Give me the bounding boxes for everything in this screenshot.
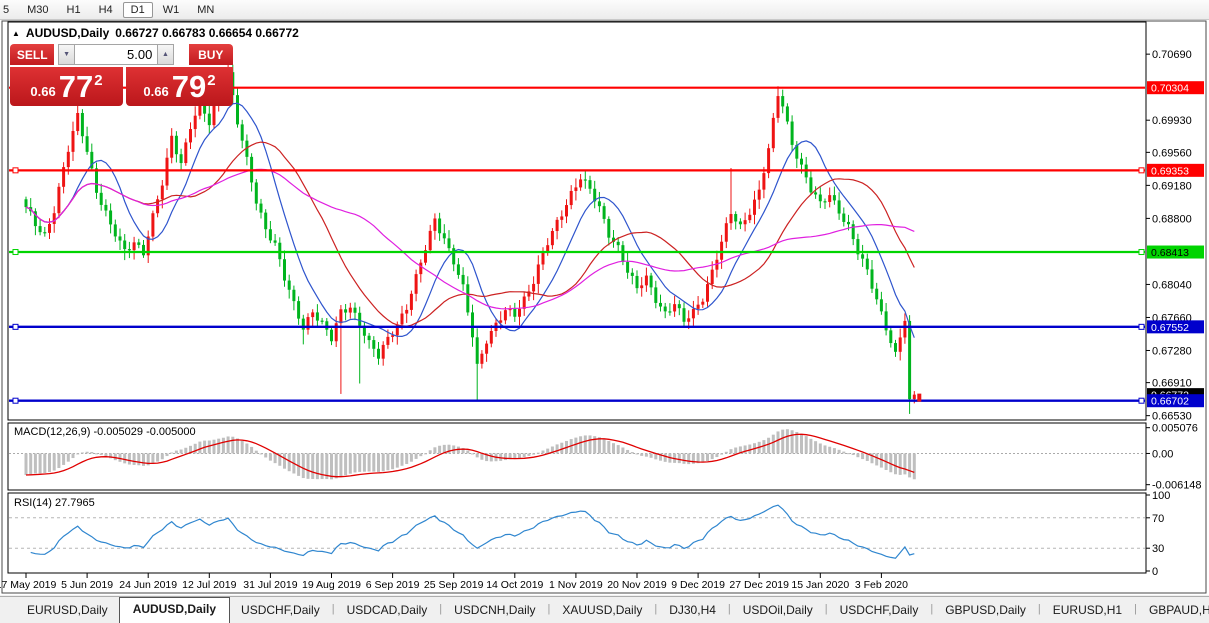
svg-text:0.66702: 0.66702 bbox=[1151, 396, 1189, 408]
chart-tab-bar: EURUSD,DailyAUDUSD,DailyUSDCHF,Daily|USD… bbox=[0, 596, 1209, 623]
chart-tab-gbpaud-h1[interactable]: GBPAUD,H1 bbox=[1138, 599, 1209, 623]
sell-price-big: 77 bbox=[59, 71, 93, 102]
svg-text:0.69560: 0.69560 bbox=[1152, 147, 1192, 159]
timeframe-button-h4[interactable]: H4 bbox=[91, 2, 121, 18]
chart-tab-audusd-daily[interactable]: AUDUSD,Daily bbox=[119, 597, 230, 623]
last-price-marker bbox=[917, 394, 921, 402]
timeframe-button-d1[interactable]: D1 bbox=[123, 2, 153, 18]
svg-text:70: 70 bbox=[1152, 513, 1164, 525]
svg-text:24 Jun 2019: 24 Jun 2019 bbox=[119, 579, 177, 591]
collapse-chart-icon[interactable]: ▲ bbox=[12, 29, 20, 38]
svg-text:0.005076: 0.005076 bbox=[1152, 423, 1198, 435]
svg-text:14 Oct 2019: 14 Oct 2019 bbox=[486, 579, 543, 591]
terminal-window: 5M30H1H4D1W1MN 0.70690 0.69930 0.69560 0.69… bbox=[0, 0, 1209, 623]
svg-text:3 Feb 2020: 3 Feb 2020 bbox=[855, 579, 908, 591]
sell-button[interactable]: SELL bbox=[10, 44, 54, 65]
timeframe-toolbar: 5M30H1H4D1W1MN bbox=[0, 0, 1209, 20]
chart-ohlc-values: 0.66727 0.66783 0.66654 0.66772 bbox=[115, 26, 299, 40]
rsi-indicator-label: RSI(14) 27.7965 bbox=[14, 497, 95, 509]
svg-text:0.69180: 0.69180 bbox=[1152, 180, 1192, 192]
svg-text:25 Sep 2019: 25 Sep 2019 bbox=[424, 579, 484, 591]
svg-text:0.68800: 0.68800 bbox=[1152, 213, 1192, 225]
chart-window: 0.70690 0.69930 0.69560 0.69180 0.68800 0.680… bbox=[0, 20, 1209, 595]
macd-axis[interactable]: 0.0050760.00-0.006148 bbox=[1146, 423, 1202, 492]
timeframe-button-w1[interactable]: W1 bbox=[155, 2, 188, 18]
one-click-trade-panel: SELL ▼ 5.00 ▲ BUY 0.66 77 2 0.66 79 2 bbox=[10, 44, 233, 106]
svg-text:15 Jan 2020: 15 Jan 2020 bbox=[791, 579, 849, 591]
chart-tab-eurusd-h1[interactable]: EURUSD,H1 bbox=[1042, 599, 1133, 623]
chart-tab-eurusd-daily[interactable]: EURUSD,Daily bbox=[16, 599, 119, 623]
svg-text:0.68040: 0.68040 bbox=[1152, 279, 1192, 291]
svg-text:27 Dec 2019: 27 Dec 2019 bbox=[729, 579, 789, 591]
buy-price-big: 79 bbox=[172, 71, 206, 102]
sell-price-prefix: 0.66 bbox=[30, 84, 55, 99]
timeframe-button-mn[interactable]: MN bbox=[189, 2, 222, 18]
volume-input[interactable]: 5.00 bbox=[75, 44, 158, 65]
macd-indicator-label: MACD(12,26,9) -0.005029 -0.005000 bbox=[14, 426, 196, 438]
svg-text:0.00: 0.00 bbox=[1152, 448, 1173, 460]
svg-text:6 Sep 2019: 6 Sep 2019 bbox=[366, 579, 420, 591]
svg-text:0.66530: 0.66530 bbox=[1152, 411, 1192, 423]
svg-text:12 Jul 2019: 12 Jul 2019 bbox=[182, 579, 236, 591]
svg-text:17 May 2019: 17 May 2019 bbox=[0, 579, 57, 591]
chart-symbol-label: AUDUSD,Daily bbox=[26, 26, 109, 40]
chart-tab-usdcad-daily[interactable]: USDCAD,Daily bbox=[336, 599, 439, 623]
volume-increase-button[interactable]: ▲ bbox=[157, 44, 173, 65]
sell-price-pip: 2 bbox=[94, 72, 102, 89]
volume-decrease-button[interactable]: ▼ bbox=[58, 44, 74, 65]
chart-tab-usdchf-daily[interactable]: USDCHF,Daily bbox=[829, 599, 930, 623]
svg-text:0: 0 bbox=[1152, 566, 1158, 578]
buy-price-prefix: 0.66 bbox=[143, 84, 168, 99]
svg-text:31 Jul 2019: 31 Jul 2019 bbox=[243, 579, 297, 591]
svg-text:100: 100 bbox=[1152, 490, 1170, 502]
timeframe-button-5[interactable]: 5 bbox=[1, 2, 17, 18]
chart-title: ▲ AUDUSD,Daily 0.66727 0.66783 0.66654 0… bbox=[12, 26, 299, 40]
buy-price-box[interactable]: 0.66 79 2 bbox=[126, 67, 233, 106]
chart-tab-usdoil-daily[interactable]: USDOil,Daily bbox=[732, 599, 824, 623]
price-axis[interactable]: 0.70690 0.69930 0.69560 0.69180 0.68800 0.680… bbox=[1146, 49, 1204, 423]
buy-price-pip: 2 bbox=[207, 72, 215, 89]
chart-tab-dj30-h4[interactable]: DJ30,H4 bbox=[658, 599, 727, 623]
svg-text:0.68413: 0.68413 bbox=[1151, 247, 1189, 259]
chart-surface[interactable]: 0.70690 0.69930 0.69560 0.69180 0.68800 0.680… bbox=[0, 20, 1209, 595]
chart-tab-xauusd-daily[interactable]: XAUUSD,Daily bbox=[551, 599, 653, 623]
svg-text:1 Nov 2019: 1 Nov 2019 bbox=[549, 579, 603, 591]
rsi-axis[interactable]: 100 70 30 0 bbox=[1146, 490, 1170, 578]
svg-text:30: 30 bbox=[1152, 543, 1164, 555]
svg-text:0.67280: 0.67280 bbox=[1152, 345, 1192, 357]
svg-text:20 Nov 2019: 20 Nov 2019 bbox=[607, 579, 667, 591]
svg-text:0.69353: 0.69353 bbox=[1151, 165, 1189, 177]
timeframe-button-h1[interactable]: H1 bbox=[59, 2, 89, 18]
sell-price-box[interactable]: 0.66 77 2 bbox=[10, 67, 123, 106]
svg-text:0.67552: 0.67552 bbox=[1151, 322, 1189, 334]
buy-button[interactable]: BUY bbox=[189, 44, 233, 65]
svg-text:19 Aug 2019: 19 Aug 2019 bbox=[302, 579, 361, 591]
svg-text:9 Dec 2019: 9 Dec 2019 bbox=[671, 579, 725, 591]
chart-tab-gbpusd-daily[interactable]: GBPUSD,Daily bbox=[934, 599, 1037, 623]
chart-tab-usdchf-daily[interactable]: USDCHF,Daily bbox=[230, 599, 331, 623]
svg-text:0.66910: 0.66910 bbox=[1152, 378, 1192, 390]
svg-text:0.70690: 0.70690 bbox=[1152, 49, 1192, 61]
svg-text:0.69930: 0.69930 bbox=[1152, 115, 1192, 127]
svg-text:0.70304: 0.70304 bbox=[1151, 83, 1189, 95]
timeframe-button-m30[interactable]: M30 bbox=[19, 2, 56, 18]
chart-tab-usdcnh-daily[interactable]: USDCNH,Daily bbox=[443, 599, 546, 623]
date-axis[interactable]: 17 May 2019 5 Jun 2019 24 Jun 2019 12 Jul 2… bbox=[0, 573, 908, 591]
svg-text:5 Jun 2019: 5 Jun 2019 bbox=[61, 579, 113, 591]
pane-border bbox=[8, 493, 1146, 573]
